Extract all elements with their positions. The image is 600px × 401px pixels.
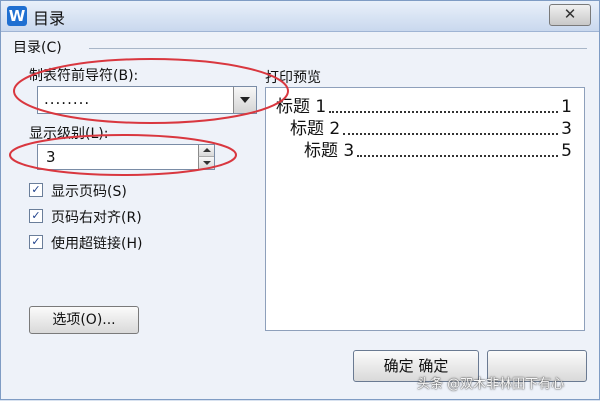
spin-up-icon[interactable] <box>198 145 214 157</box>
toc-entry-page: 3 <box>561 119 572 139</box>
checkbox-checked-icon[interactable]: ✓ <box>29 183 43 197</box>
spin-down-icon[interactable] <box>198 157 214 169</box>
toc-entry-leader <box>343 133 559 135</box>
toc-entry-level-3: 标题 3 5 <box>304 140 572 162</box>
watermark: 头条 @双木非林田下有心 <box>417 377 565 392</box>
checkbox-checked-icon[interactable]: ✓ <box>29 235 43 249</box>
leader-label: 制表符前导符(B): <box>29 68 139 84</box>
toc-entry-level-2: 标题 2 3 <box>290 118 572 140</box>
section-label: 目录(C) <box>13 40 62 56</box>
levels-value: 3 <box>46 148 56 166</box>
print-preview-pane: 标题 1 1 标题 2 3 标题 3 5 <box>265 87 585 331</box>
levels-spinner[interactable]: 3 <box>37 144 215 170</box>
toc-entry-level-1: 标题 1 1 <box>276 96 572 118</box>
toc-entry-page: 5 <box>561 141 572 161</box>
toc-entry-leader <box>357 155 559 157</box>
options-button[interactable]: 选项(O)... <box>29 306 139 334</box>
title-bar[interactable]: W 目录 ✕ <box>1 1 599 32</box>
use-hyperlinks-label: 使用超链接(H) <box>51 236 143 252</box>
chevron-down-icon[interactable] <box>233 87 256 113</box>
toc-dialog: W 目录 ✕ 目录(C) 制表符前导符(B): ........ 显示级别(L)… <box>0 0 600 400</box>
leader-select[interactable]: ........ <box>37 86 257 114</box>
levels-label: 显示级别(L): <box>29 126 109 142</box>
print-preview-label: 打印预览 <box>265 70 321 86</box>
checkbox-checked-icon[interactable]: ✓ <box>29 209 43 223</box>
right-align-page-numbers-label: 页码右对齐(R) <box>51 210 142 226</box>
dialog-title: 目录 <box>33 9 66 28</box>
leader-select-value: ........ <box>44 90 91 108</box>
wps-writer-icon: W <box>7 6 27 26</box>
toc-entry-leader <box>329 111 559 113</box>
close-button[interactable]: ✕ <box>549 4 591 26</box>
close-icon: ✕ <box>563 5 577 23</box>
toc-entry-title: 标题 3 <box>304 141 355 161</box>
show-page-numbers-label: 显示页码(S) <box>51 184 127 200</box>
section-divider <box>89 48 587 49</box>
toc-entry-title: 标题 1 <box>276 97 327 117</box>
toc-entry-title: 标题 2 <box>290 119 341 139</box>
toc-entry-page: 1 <box>561 97 572 117</box>
